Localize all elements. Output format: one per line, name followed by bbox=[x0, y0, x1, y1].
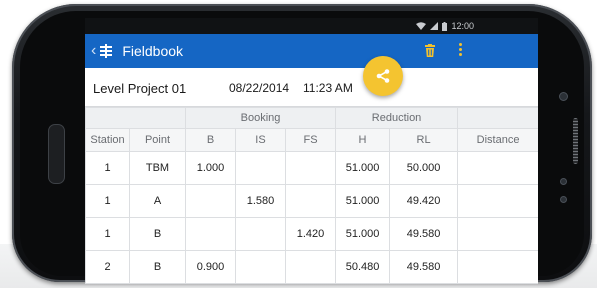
column-header-point: Point bbox=[129, 128, 186, 152]
column-header-distance: Distance bbox=[457, 128, 538, 152]
cell-b[interactable] bbox=[185, 217, 236, 251]
cell-rl[interactable]: 50.000 bbox=[389, 151, 459, 185]
status-time: 12:00 bbox=[451, 21, 474, 31]
cell-h[interactable]: 50.480 bbox=[335, 250, 391, 284]
cell-station[interactable]: 2 bbox=[85, 250, 130, 284]
front-camera bbox=[559, 92, 568, 101]
cell-fs[interactable] bbox=[284, 151, 337, 185]
back-chevron-icon[interactable]: ‹ bbox=[91, 42, 96, 60]
app-bar: ‹ Fieldbook bbox=[85, 34, 538, 68]
cell-station[interactable]: 1 bbox=[85, 217, 130, 251]
menu-icon[interactable] bbox=[99, 44, 113, 58]
column-header-is: IS bbox=[235, 128, 286, 152]
cell-rl[interactable]: 49.580 bbox=[389, 217, 459, 251]
app-title: Fieldbook bbox=[122, 43, 184, 59]
column-header-station: Station bbox=[85, 128, 130, 152]
group-header-reduction: Reduction bbox=[335, 107, 459, 129]
overflow-menu-icon[interactable] bbox=[459, 43, 463, 59]
cell-point[interactable]: A bbox=[129, 184, 186, 218]
proximity-sensor bbox=[560, 178, 567, 185]
project-header: Level Project 01 08/22/2014 11:23 AM bbox=[85, 68, 538, 107]
project-time: 11:23 AM bbox=[303, 81, 353, 95]
home-button[interactable] bbox=[48, 124, 65, 184]
cell-distance[interactable] bbox=[457, 250, 538, 284]
earpiece-speaker bbox=[573, 118, 578, 164]
screen: 12:00 ‹ Fieldbook Level Project 01 08/22… bbox=[85, 18, 538, 284]
cell-station[interactable]: 1 bbox=[85, 184, 130, 218]
phone-device: 12:00 ‹ Fieldbook Level Project 01 08/22… bbox=[12, 4, 592, 284]
cell-point[interactable]: B bbox=[129, 250, 186, 284]
project-date: 08/22/2014 bbox=[229, 81, 290, 95]
battery-icon bbox=[442, 21, 448, 31]
cell-is[interactable] bbox=[235, 217, 286, 251]
signal-icon bbox=[430, 22, 439, 30]
status-bar: 12:00 bbox=[85, 18, 538, 34]
cell-distance[interactable] bbox=[457, 184, 538, 218]
share-icon bbox=[376, 69, 390, 83]
project-name: Level Project 01 bbox=[93, 81, 187, 96]
wifi-icon bbox=[416, 22, 427, 30]
group-header-blank bbox=[85, 107, 186, 129]
cell-fs[interactable]: 1.420 bbox=[284, 217, 337, 251]
table-row[interactable]: 1 A 1.580 51.000 49.420 bbox=[85, 184, 538, 218]
cell-fs[interactable] bbox=[284, 250, 337, 284]
cell-h[interactable]: 51.000 bbox=[335, 184, 391, 218]
cell-point[interactable]: TBM bbox=[129, 151, 186, 185]
table-row[interactable]: 1 TBM 1.000 51.000 50.000 bbox=[85, 151, 538, 185]
column-header-h: H bbox=[335, 128, 391, 152]
column-header-b: B bbox=[185, 128, 236, 152]
column-header-fs: FS bbox=[284, 128, 337, 152]
cell-rl[interactable]: 49.420 bbox=[389, 184, 459, 218]
cell-is[interactable]: 1.580 bbox=[235, 184, 286, 218]
cell-station[interactable]: 1 bbox=[85, 151, 130, 185]
fieldbook-table: Booking Reduction Station Point B IS FS … bbox=[85, 107, 538, 284]
cell-b[interactable]: 0.900 bbox=[185, 250, 236, 284]
cell-distance[interactable] bbox=[457, 151, 538, 185]
group-header-blank-end bbox=[457, 107, 538, 129]
cell-b[interactable]: 1.000 bbox=[185, 151, 236, 185]
cell-is[interactable] bbox=[235, 151, 286, 185]
trash-icon[interactable] bbox=[425, 44, 435, 57]
table-row[interactable]: 1 B 1.420 51.000 49.580 bbox=[85, 217, 538, 251]
cell-fs[interactable] bbox=[284, 184, 337, 218]
group-header-booking: Booking bbox=[184, 107, 337, 129]
light-sensor bbox=[560, 196, 567, 203]
share-button[interactable] bbox=[363, 56, 403, 96]
table-row[interactable]: 2 B 0.900 50.480 49.580 bbox=[85, 250, 538, 284]
cell-h[interactable]: 51.000 bbox=[335, 151, 391, 185]
cell-point[interactable]: B bbox=[129, 217, 186, 251]
table-column-header: Station Point B IS FS H RL Distance bbox=[85, 128, 538, 152]
cell-b[interactable] bbox=[185, 184, 236, 218]
table-group-header: Booking Reduction bbox=[85, 107, 538, 129]
cell-distance[interactable] bbox=[457, 217, 538, 251]
cell-is[interactable] bbox=[235, 250, 286, 284]
column-header-rl: RL bbox=[389, 128, 459, 152]
cell-rl[interactable]: 49.580 bbox=[389, 250, 459, 284]
cell-h[interactable]: 51.000 bbox=[335, 217, 391, 251]
